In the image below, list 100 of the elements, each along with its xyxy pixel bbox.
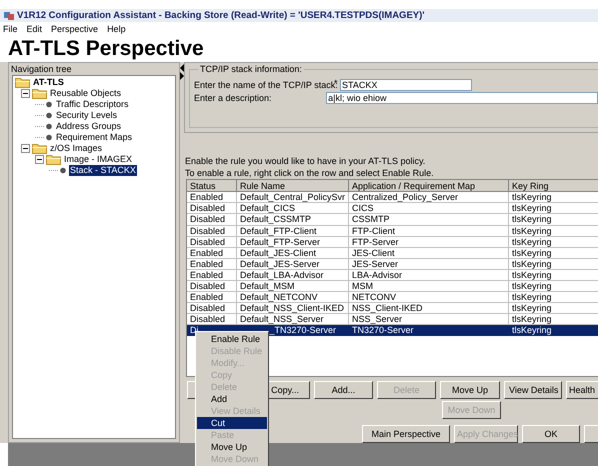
- table-cell: Disabled: [187, 214, 237, 226]
- table-cell: Disabled: [187, 226, 237, 237]
- bullet-icon: [49, 166, 67, 175]
- table-cell: tlsKeyring: [509, 236, 598, 248]
- column-header[interactable]: Key Ring: [509, 180, 598, 192]
- table-cell: tlsKeyring: [509, 281, 598, 292]
- table-cell: Default_CSSMTP: [237, 214, 349, 226]
- table-cell: NETCONV: [349, 292, 509, 304]
- menu-item[interactable]: Perspective: [51, 24, 98, 34]
- table-cell: Enabled: [187, 248, 237, 259]
- folder-icon: [15, 77, 30, 88]
- table-cell: JES-Server: [349, 258, 509, 270]
- table-cell: Enabled: [187, 192, 237, 204]
- dialog-button[interactable]: Main Perspective: [362, 425, 450, 443]
- menu-item[interactable]: Add: [197, 393, 267, 405]
- table-cell: Disabled: [187, 203, 237, 214]
- instruction-text: To enable a rule, right click on the row and select Enable Rule.: [185, 167, 435, 180]
- action-button[interactable]: Health: [566, 381, 598, 399]
- instruction-text: Enable the rule you would like to have in your AT-TLS policy.: [185, 155, 426, 168]
- table-cell: tlsKeyring: [509, 248, 598, 259]
- table-cell: Disabled: [187, 281, 237, 292]
- table-cell: Default_JES-Client: [237, 248, 349, 259]
- tree-item[interactable]: Address Groups: [55, 121, 122, 132]
- tree-item[interactable]: Traffic Descriptors: [55, 99, 130, 110]
- table-cell: MSM: [349, 281, 509, 292]
- table-cell: CSSMTP: [349, 214, 509, 226]
- column-header[interactable]: Rule Name: [237, 180, 349, 192]
- table-cell: tlsKeyring: [509, 325, 598, 336]
- table-cell: Default_Central_PolicySvr: [237, 192, 349, 204]
- menu-item[interactable]: Move Up: [197, 441, 267, 453]
- table-row[interactable]: Enabled Default_JES-Server JES-Server tlsKeyring: [187, 258, 598, 270]
- bullet-icon: [35, 100, 53, 109]
- table-cell: Default_NSS_Client-IKED: [237, 303, 349, 314]
- expander-icon[interactable]: [21, 89, 30, 98]
- table-cell: tlsKeyring: [509, 214, 598, 226]
- table-cell: FTP-Client: [349, 226, 509, 237]
- table-cell: JES-Client: [349, 248, 509, 259]
- table-cell: Enabled: [187, 258, 237, 270]
- table-row[interactable]: Enabled Default_LBA-Advisor LBA-Advisor tlsKeyring: [187, 270, 598, 282]
- action-button[interactable]: Move Up: [440, 381, 500, 399]
- tree-item[interactable]: Image - IMAGEX: [63, 154, 134, 165]
- table-cell: Default_LBA-Advisor: [237, 270, 349, 282]
- table-row[interactable]: Disabled Default_MSM MSM tlsKeyring: [187, 281, 598, 292]
- menu-item[interactable]: Help: [107, 24, 126, 34]
- table-cell: FTP-Server: [349, 236, 509, 248]
- panel-title: Navigation tree: [10, 63, 73, 75]
- folder-icon: [32, 88, 47, 99]
- bullet-icon: [35, 133, 53, 142]
- tree-item[interactable]: Reusable Objects: [49, 88, 122, 99]
- tree-item[interactable]: Security Levels: [55, 110, 118, 121]
- expander-icon[interactable]: [35, 155, 44, 164]
- table-cell: Disabled: [187, 236, 237, 248]
- bullet-icon: [35, 122, 53, 131]
- text-field[interactable]: a|kl; wio ehiow: [326, 92, 598, 104]
- table-cell: Default_FTP-Client: [237, 226, 349, 237]
- table-cell: tlsKeyring: [509, 258, 598, 270]
- tree-item[interactable]: Stack - STACKX: [69, 165, 137, 176]
- table-cell: Default_CICS: [237, 203, 349, 214]
- dialog-button[interactable]: OK: [522, 425, 580, 443]
- expander-icon[interactable]: [21, 144, 30, 153]
- collapse-arrow-icon[interactable]: [180, 64, 184, 80]
- menu-item[interactable]: File: [3, 24, 18, 34]
- table-cell: Default_MSM: [237, 281, 349, 292]
- table-cell: NSS_Client-IKED: [349, 303, 509, 314]
- table-row[interactable]: Enabled Default_Central_PolicySvr Centralized_Policy_Server tlsKeyring: [187, 192, 598, 204]
- tree-item[interactable]: z/OS Images: [49, 143, 104, 154]
- table-cell: Default_JES-Server: [237, 258, 349, 270]
- tree-item[interactable]: AT-TLS: [32, 77, 65, 88]
- column-header[interactable]: Application / Requirement Map: [349, 180, 509, 192]
- table-cell: tlsKeyring: [509, 303, 598, 314]
- table-cell: LBA-Advisor: [349, 270, 509, 282]
- table-row[interactable]: Disabled Default_FTP-Client FTP-Client tlsKeyring: [187, 226, 598, 237]
- menu-item[interactable]: Edit: [26, 24, 42, 34]
- action-button[interactable]: View Details: [504, 381, 562, 399]
- column-header[interactable]: Status: [187, 180, 237, 192]
- field-label: Enter a description:: [194, 92, 273, 104]
- table-cell: Default_FTP-Server: [237, 236, 349, 248]
- bullet-icon: [35, 111, 53, 120]
- table-row[interactable]: Enabled Default_JES-Client JES-Client tlsKeyring: [187, 248, 598, 259]
- table-row[interactable]: Disabled Default_CSSMTP CSSMTP tlsKeyring: [187, 214, 598, 226]
- table-cell: Default_NETCONV: [237, 292, 349, 304]
- table-cell: tlsKeyring: [509, 226, 598, 237]
- table-row[interactable]: Disabled Default_FTP-Server FTP-Server tlsKeyring: [187, 236, 598, 248]
- table-cell: tlsKeyring: [509, 270, 598, 282]
- tree-item[interactable]: Requirement Maps: [55, 132, 134, 143]
- table-cell: TN3270-Server: [349, 325, 509, 336]
- table-cell: Enabled: [187, 270, 237, 282]
- table-cell: Centralized_Policy_Server: [349, 192, 509, 204]
- folder-icon: [32, 143, 47, 154]
- table-row[interactable]: Disabled Default_CICS CICS tlsKeyring: [187, 203, 598, 214]
- table-cell: tlsKeyring: [509, 192, 598, 204]
- table-row[interactable]: Enabled Default_NETCONV NETCONV tlsKeyring: [187, 292, 598, 304]
- action-button[interactable]: Add...: [314, 381, 373, 399]
- table-cell: tlsKeyring: [509, 203, 598, 214]
- group-title: TCP/IP stack information:: [198, 64, 304, 74]
- text-field[interactable]: STACKX: [340, 79, 472, 91]
- table-row[interactable]: Disabled Default_NSS_Client-IKED NSS_Client-IKED tlsKeyring: [187, 303, 598, 314]
- menu-item[interactable]: Cut: [197, 417, 267, 429]
- table-cell: tlsKeyring: [509, 292, 598, 304]
- window-title: V1R12 Configuration Assistant - Backing Store (Read-Write) = 'USER4.TESTPDS(IMAGEY)': [17, 10, 425, 21]
